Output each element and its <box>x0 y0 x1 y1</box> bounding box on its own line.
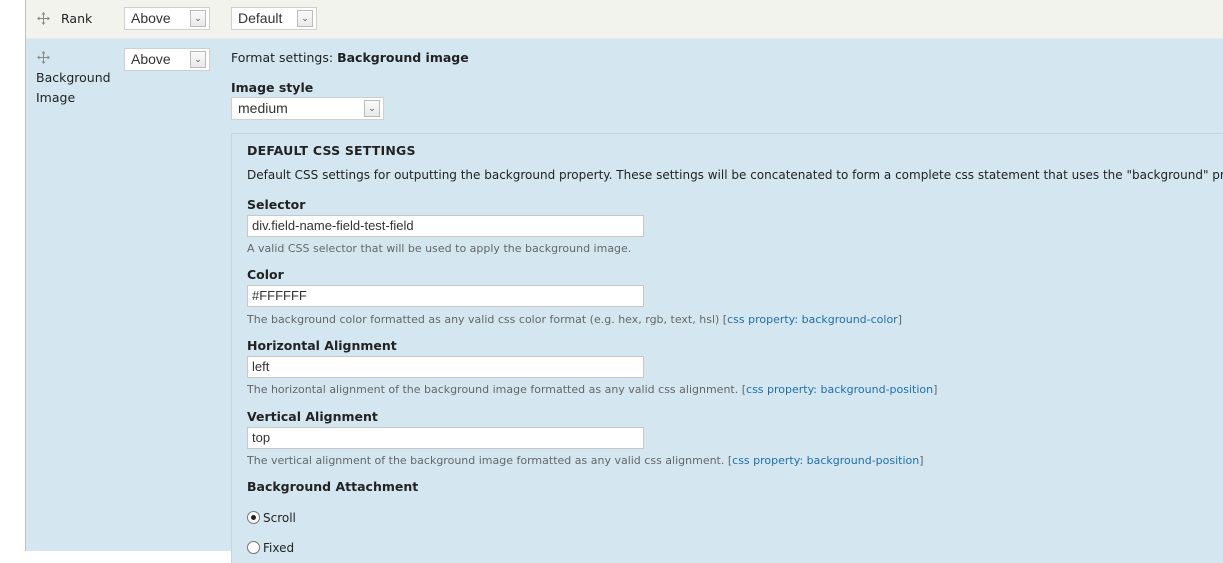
select-value: medium <box>238 100 288 116</box>
description-suffix: ] <box>933 383 938 396</box>
css-property-link[interactable]: css property: background-position <box>732 454 919 467</box>
selector-input[interactable]: div.field-name-field-test-field <box>247 215 644 237</box>
selector-description: A valid CSS selector that will be used t… <box>247 242 632 255</box>
description-suffix: ] <box>897 313 903 326</box>
move-cross-icon[interactable] <box>37 51 50 64</box>
radio-button-checked[interactable] <box>247 511 260 524</box>
fieldset-legend: DEFAULT CSS SETTINGS <box>247 143 416 158</box>
select-value: Above <box>131 10 171 26</box>
field-display-table: Rank Above ⌄ Default ⌄ Background Image … <box>25 0 1223 563</box>
default-css-settings-fieldset: DEFAULT CSS SETTINGS Default CSS setting… <box>231 133 1223 563</box>
vertical-alignment-description: The vertical alignment of the background… <box>247 454 924 467</box>
horizontal-alignment-description: The horizontal alignment of the backgrou… <box>247 383 937 396</box>
move-cross-icon[interactable] <box>37 12 50 25</box>
chevron-down-icon: ⌄ <box>190 51 206 68</box>
background-attachment-label: Background Attachment <box>247 479 419 494</box>
chevron-down-icon: ⌄ <box>364 100 380 117</box>
field-label-rank: Rank <box>61 11 93 26</box>
description-text: The horizontal alignment of the backgrou… <box>247 383 747 396</box>
format-settings-prefix: Format settings: <box>231 50 334 65</box>
table-row-rank: Rank Above ⌄ Default ⌄ <box>26 0 1223 39</box>
background-image-label-position-select[interactable]: Above ⌄ <box>124 48 210 71</box>
select-value: Default <box>238 10 283 26</box>
format-settings-name: Background image <box>337 50 469 65</box>
vertical-alignment-input[interactable]: top <box>247 427 644 449</box>
selector-label: Selector <box>247 197 306 212</box>
horizontal-alignment-input[interactable]: left <box>247 356 644 378</box>
radio-button[interactable] <box>247 541 260 554</box>
radio-label: Scroll <box>263 511 296 525</box>
select-value: Above <box>131 51 171 67</box>
description-suffix: ] <box>919 454 924 467</box>
fieldset-description: Default CSS settings for outputting the … <box>247 168 1223 182</box>
image-style-label: Image style <box>231 80 314 95</box>
color-input[interactable]: #FFFFFF <box>247 285 644 307</box>
chevron-down-icon: ⌄ <box>297 10 313 27</box>
css-property-link[interactable]: css property: background-color <box>727 313 898 326</box>
radio-fixed[interactable]: Fixed <box>247 541 294 555</box>
vertical-alignment-label: Vertical Alignment <box>247 409 378 424</box>
css-property-link[interactable]: css property: background-position <box>746 383 933 396</box>
color-label: Color <box>247 267 284 282</box>
horizontal-alignment-label: Horizontal Alignment <box>247 338 397 353</box>
rank-label-position-select[interactable]: Above ⌄ <box>124 7 210 30</box>
description-text: The background color formatted as any va… <box>247 313 728 326</box>
image-style-select[interactable]: medium ⌄ <box>231 97 384 120</box>
description-text: The vertical alignment of the background… <box>247 454 733 467</box>
chevron-down-icon: ⌄ <box>190 10 206 27</box>
format-settings-heading: Format settings: Background image <box>231 50 469 65</box>
rank-formatter-select[interactable]: Default ⌄ <box>231 7 317 30</box>
radio-label: Fixed <box>263 541 295 555</box>
color-description: The background color formatted as any va… <box>247 313 902 326</box>
field-label-background-image: Background Image <box>36 70 111 105</box>
radio-scroll[interactable]: Scroll <box>247 511 296 525</box>
